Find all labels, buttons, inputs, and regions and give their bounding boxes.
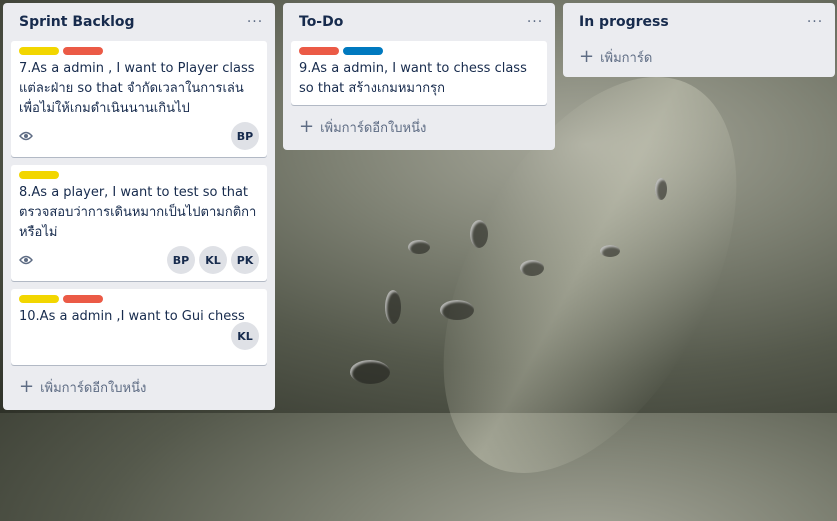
list-menu-button[interactable]: ···	[803, 14, 827, 30]
list-menu-button[interactable]: ···	[243, 14, 267, 30]
list-header: Sprint Backlog ···	[3, 3, 275, 41]
add-card-label: เพิ่มการ์ดอีกใบหนึ่ง	[320, 120, 427, 136]
label-red[interactable]	[63, 295, 103, 303]
list-header: To-Do ···	[283, 3, 555, 41]
avatar[interactable]: KL	[231, 322, 259, 350]
label-blue[interactable]	[343, 47, 383, 55]
label-yellow[interactable]	[19, 295, 59, 303]
list-title[interactable]: To-Do	[291, 14, 343, 30]
avatar[interactable]: PK	[231, 246, 259, 274]
card-title: 9.As a admin, I want to chess class so t…	[299, 61, 527, 96]
water-drop	[600, 245, 620, 257]
card-members: KL	[231, 322, 259, 350]
list-title[interactable]: Sprint Backlog	[11, 14, 135, 30]
add-another-card-button[interactable]: + เพิ่มการ์ดอีกใบหนึ่ง	[3, 373, 275, 401]
avatar[interactable]: BP	[231, 122, 259, 150]
water-drop	[385, 290, 401, 324]
card-title: 8.As a player, I want to test so that ตร…	[19, 185, 257, 240]
add-card-label: เพิ่มการ์ดอีกใบหนึ่ง	[40, 380, 147, 396]
card-8[interactable]: 8.As a player, I want to test so that ตร…	[11, 165, 267, 281]
list-header: In progress ···	[563, 3, 835, 41]
list-title[interactable]: In progress	[571, 14, 669, 30]
card-7[interactable]: 7.As a admin , I want to Player class แต…	[11, 41, 267, 157]
water-drop	[408, 240, 430, 254]
avatar[interactable]: BP	[167, 246, 195, 274]
list-menu-button[interactable]: ···	[523, 14, 547, 30]
water-drop	[470, 220, 488, 248]
list-in-progress: In progress ··· + เพิ่มการ์ด	[563, 3, 835, 77]
card-labels	[299, 47, 539, 55]
add-card-label: เพิ่มการ์ด	[600, 50, 653, 66]
water-drop	[440, 300, 474, 320]
card-badges: BP KL PK	[19, 245, 259, 275]
add-card-button[interactable]: + เพิ่มการ์ด	[563, 43, 835, 71]
plus-icon: +	[579, 46, 595, 67]
label-red[interactable]	[63, 47, 103, 55]
plus-icon: +	[299, 116, 315, 137]
card-10[interactable]: 10.As a admin ,I want to Gui chess KL	[11, 289, 267, 365]
water-drop	[350, 360, 390, 384]
eye-icon	[19, 253, 33, 267]
water-drop	[655, 178, 667, 200]
avatar[interactable]: KL	[199, 246, 227, 274]
card-labels	[19, 295, 259, 303]
card-labels	[19, 171, 259, 179]
list-sprint-backlog: Sprint Backlog ··· 7.As a admin , I want…	[3, 3, 275, 410]
card-9[interactable]: 9.As a admin, I want to chess class so t…	[291, 41, 547, 105]
card-title: 7.As a admin , I want to Player class แต…	[19, 61, 255, 116]
label-yellow[interactable]	[19, 47, 59, 55]
label-yellow[interactable]	[19, 171, 59, 179]
card-members: BP	[231, 122, 259, 150]
water-drop	[520, 260, 544, 276]
eye-icon	[19, 129, 33, 143]
plus-icon: +	[19, 376, 35, 397]
card-badges: BP	[19, 121, 259, 151]
add-another-card-button[interactable]: + เพิ่มการ์ดอีกใบหนึ่ง	[283, 113, 555, 141]
label-red[interactable]	[299, 47, 339, 55]
card-members: BP KL PK	[167, 246, 259, 274]
list-to-do: To-Do ··· 9.As a admin, I want to chess …	[283, 3, 555, 150]
card-title: 10.As a admin ,I want to Gui chess	[19, 309, 245, 324]
card-labels	[19, 47, 259, 55]
